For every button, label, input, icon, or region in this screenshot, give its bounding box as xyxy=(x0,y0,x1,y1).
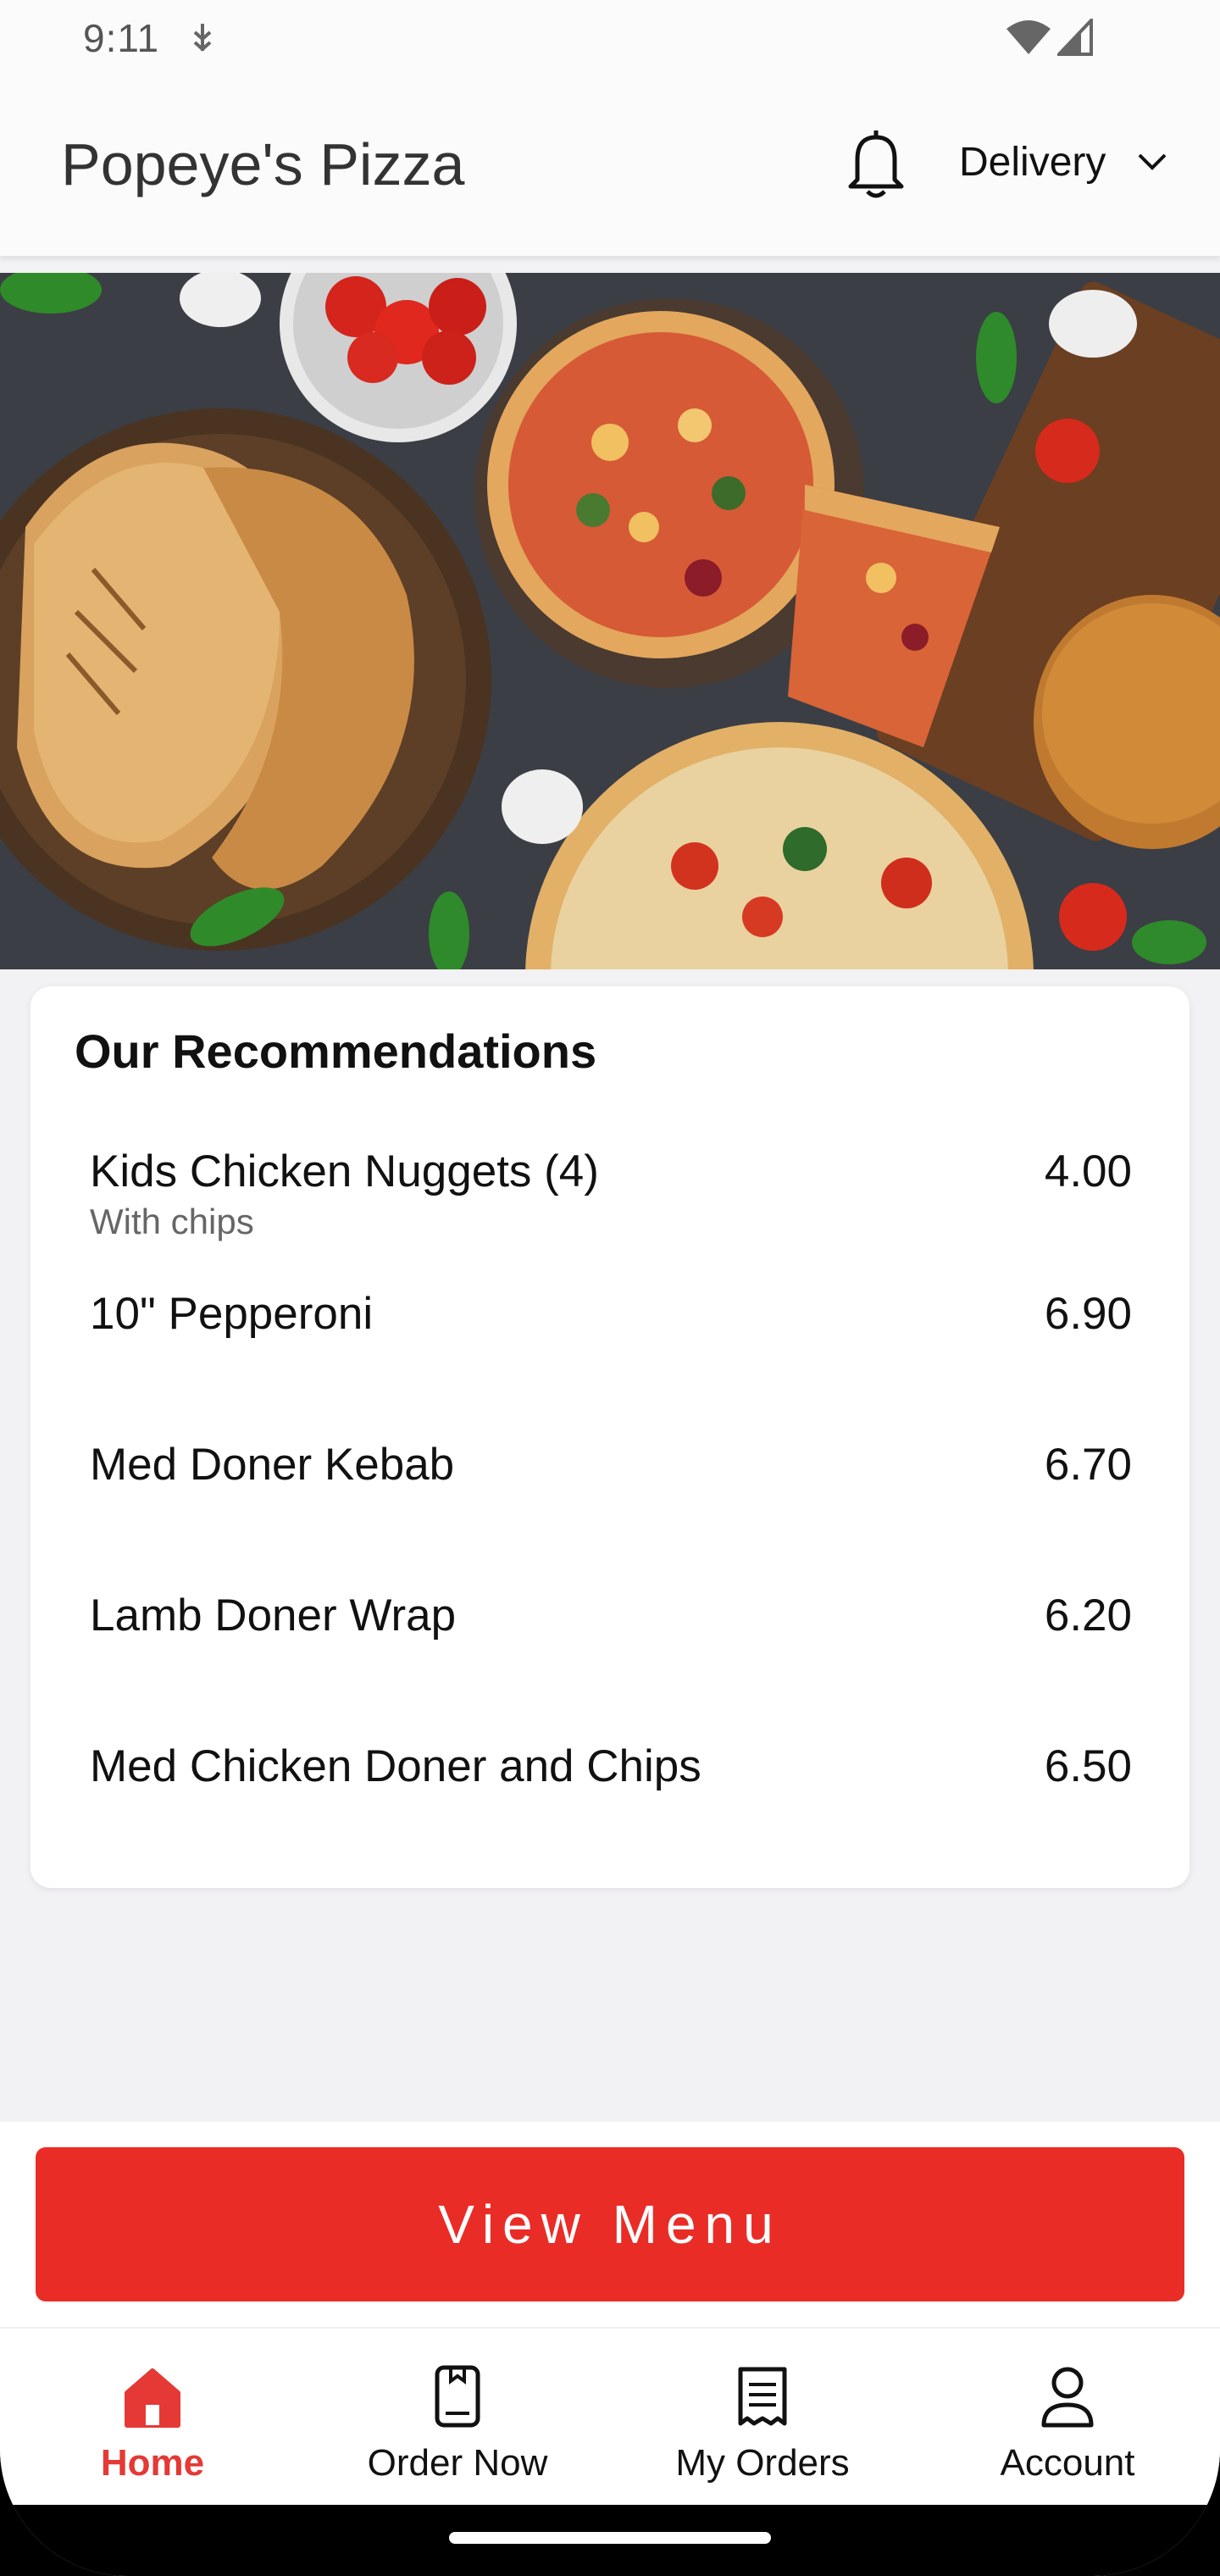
nav-item-my-orders[interactable]: My Orders xyxy=(635,2329,890,2507)
nav-item-order-now[interactable]: Order Now xyxy=(330,2329,585,2507)
data-saver-icon xyxy=(193,24,212,52)
item-price: 6.20 xyxy=(1044,1591,1132,1641)
nav-item-home[interactable]: Home xyxy=(25,2329,280,2507)
person-icon xyxy=(1041,2367,1094,2428)
item-name: Med Doner Kebab xyxy=(90,1440,455,1490)
nav-label: My Orders xyxy=(675,2442,850,2484)
bottom-nav: Home Order Now My Orders Account xyxy=(0,2327,1220,2505)
food-banner-image xyxy=(0,273,1220,969)
chevron-down-icon[interactable] xyxy=(1137,153,1167,171)
home-icon xyxy=(125,2368,180,2428)
item-price: 6.50 xyxy=(1044,1741,1132,1791)
app-header: Popeye's Pizza Delivery xyxy=(0,78,1220,256)
receipt-icon xyxy=(738,2367,787,2426)
bell-icon[interactable] xyxy=(844,125,908,200)
item-name: 10" Pepperoni xyxy=(90,1289,374,1339)
recommendations-card: Our Recommendations Kids Chicken Nuggets… xyxy=(30,986,1190,1888)
order-icon xyxy=(435,2365,480,2428)
restaurant-title: Popeye's Pizza xyxy=(61,131,465,197)
item-price: 6.90 xyxy=(1044,1289,1132,1339)
view-menu-button[interactable]: View Menu xyxy=(36,2147,1184,2301)
delivery-mode-select[interactable]: Delivery xyxy=(959,139,1106,186)
recommendations-title: Our Recommendations xyxy=(75,1024,597,1078)
nav-label: Order Now xyxy=(367,2442,548,2484)
item-price: 4.00 xyxy=(1044,1146,1132,1196)
cellular-icon xyxy=(1057,19,1093,56)
home-indicator[interactable] xyxy=(449,2532,771,2544)
wifi-icon xyxy=(1006,20,1051,54)
item-description: With chips xyxy=(90,1202,254,1241)
item-name: Lamb Doner Wrap xyxy=(90,1591,457,1641)
nav-label: Home xyxy=(100,2442,205,2484)
nav-item-account[interactable]: Account xyxy=(940,2329,1195,2507)
status-bar: 9:11 xyxy=(0,0,1220,78)
item-name: Med Chicken Doner and Chips xyxy=(90,1741,702,1791)
status-time: 9:11 xyxy=(83,16,160,60)
item-name: Kids Chicken Nuggets (4) xyxy=(90,1146,599,1196)
phone-screen: 9:11 Popeye's Pizza Delivery Our Recomme… xyxy=(0,0,1220,2576)
food-illustration xyxy=(0,273,1220,969)
item-price: 6.70 xyxy=(1044,1440,1132,1490)
nav-label: Account xyxy=(1000,2442,1135,2484)
